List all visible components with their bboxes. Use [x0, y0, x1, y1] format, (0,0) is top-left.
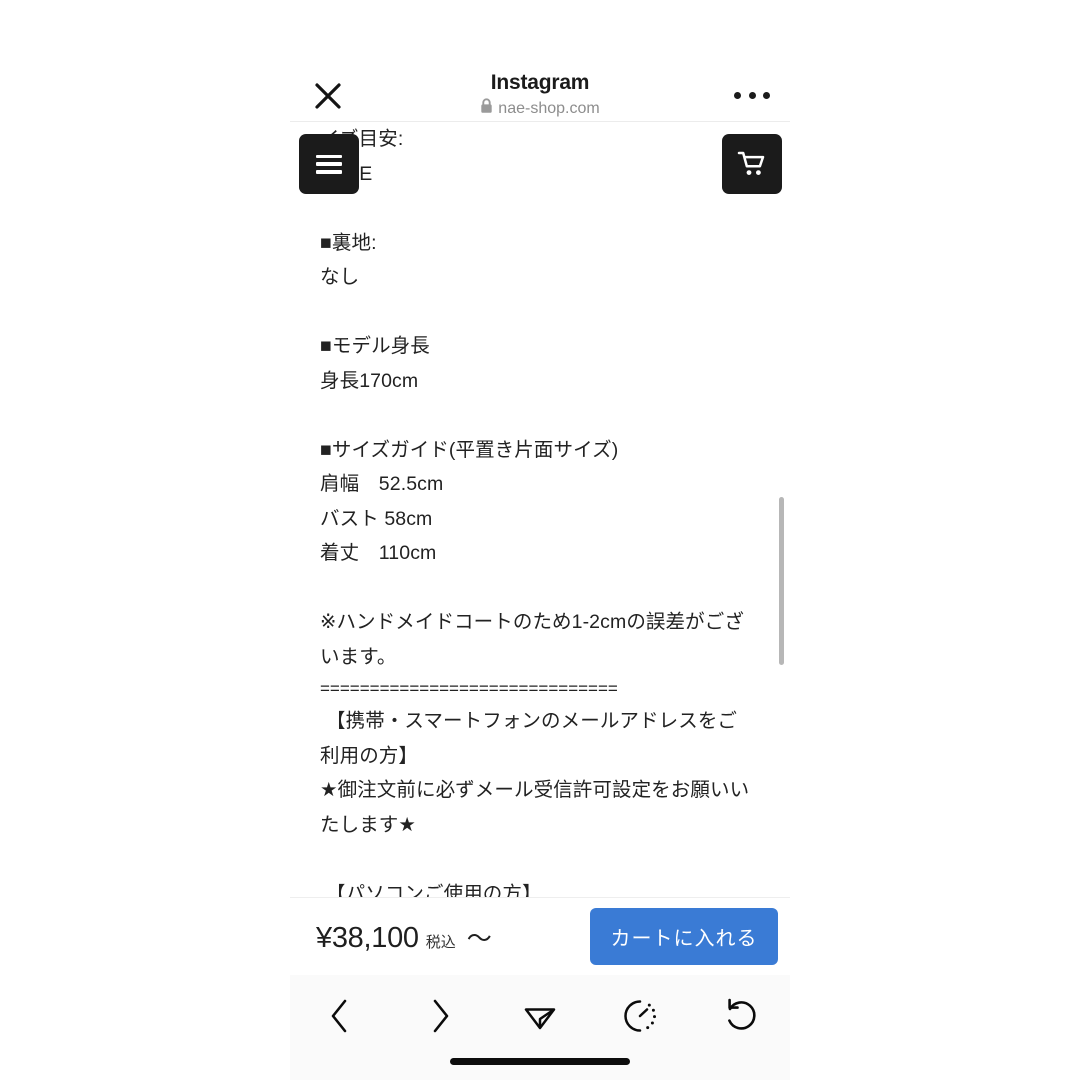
purchase-bar: ¥38,100 税込 〜 カートに入れる	[290, 897, 790, 975]
description-line: 【携帯・スマートフォンのメールアドレスをご利用の方】	[320, 710, 738, 767]
description-line: ■サイズガイド(平置き片面サイズ)	[320, 438, 619, 461]
price-block: ¥38,100 税込 〜	[316, 919, 492, 955]
back-icon[interactable]	[313, 991, 367, 1041]
shopping-cart-icon[interactable]	[722, 134, 782, 194]
add-to-cart-button[interactable]: カートに入れる	[590, 908, 778, 965]
description-line	[320, 295, 750, 330]
more-options-icon[interactable]	[734, 80, 770, 110]
reload-icon[interactable]	[713, 991, 767, 1041]
description-line	[320, 571, 750, 606]
web-page-content: イズ目安: FREE ■裏地: なし ■モデル身長身長170cm ■サイズガイド(平置き片…	[290, 122, 790, 897]
url-row[interactable]: nae-shop.com	[290, 98, 790, 119]
price-from-label: 〜	[466, 924, 492, 953]
more-dot	[748, 91, 756, 99]
description-line: イズ目安:	[320, 128, 404, 150]
hamburger-menu-icon[interactable]	[299, 134, 359, 194]
home-indicator	[450, 1058, 630, 1065]
product-description: イズ目安: FREE ■裏地: なし ■モデル身長身長170cm ■サイズガイド(平置き片…	[320, 122, 750, 897]
description-line	[320, 191, 750, 226]
product-price: ¥38,100	[316, 921, 419, 954]
description-line: ※ハンドメイドコートのため1-2cmの誤差がございます。	[320, 611, 744, 668]
instagram-in-app-browser: Instagram nae-shop.com イズ目安: ■裏地: なし ■モデ…	[290, 0, 790, 1080]
more-dot	[763, 91, 770, 99]
tax-label: 税込	[425, 933, 456, 951]
page-title: Instagram	[490, 71, 590, 94]
description-line: ■モデル身長	[320, 335, 430, 357]
description-line: なし	[320, 266, 360, 288]
hamburger-lines	[316, 154, 342, 174]
description-line: ==============================	[320, 679, 618, 698]
description-line	[320, 842, 750, 877]
description-line: バスト 58cm	[320, 507, 433, 530]
description-line	[320, 398, 750, 433]
browser-header: Instagram nae-shop.com	[290, 0, 790, 122]
forward-icon[interactable]	[413, 991, 467, 1041]
description-line: ★御注文前に必ずメール受信許可設定をお願いいたします★	[320, 779, 750, 836]
description-line: 【パソコンご使用の方】	[326, 882, 542, 898]
lock-icon	[480, 98, 493, 119]
description-line: 身長170cm	[320, 369, 419, 392]
more-dot	[734, 91, 741, 99]
header-title-block: Instagram nae-shop.com	[290, 70, 790, 119]
page-url: nae-shop.com	[498, 99, 600, 117]
screenshot-root: Instagram nae-shop.com イズ目安: ■裏地: なし ■モデ…	[0, 0, 1080, 1080]
description-line: 着丈 110cm	[320, 542, 437, 564]
scrollbar[interactable]	[778, 122, 786, 897]
share-icon[interactable]	[513, 991, 567, 1041]
reading-list-clock-icon[interactable]	[613, 991, 667, 1041]
scrollbar-thumb[interactable]	[779, 497, 784, 665]
description-line: 肩幅 52.5cm	[320, 473, 444, 495]
description-line: FREE	[320, 157, 750, 192]
description-line: ■裏地:	[320, 231, 377, 254]
